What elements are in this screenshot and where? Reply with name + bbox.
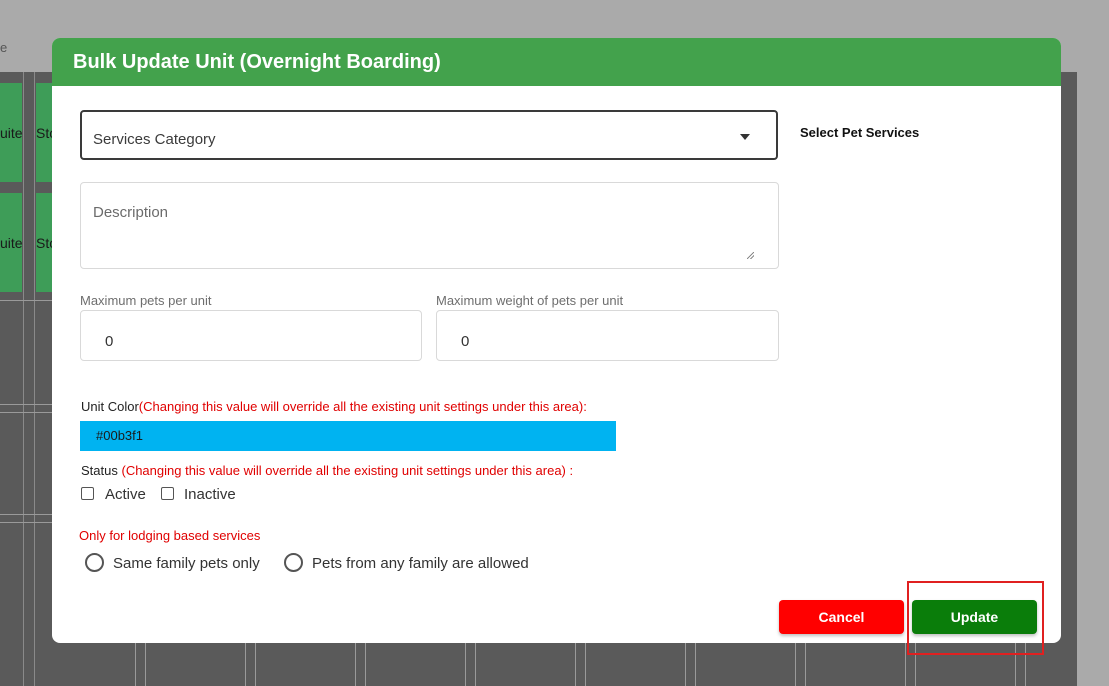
services-category-select[interactable]: Services Category <box>80 110 778 160</box>
same-family-label: Same family pets only <box>113 555 260 572</box>
resize-handle-icon[interactable] <box>747 252 754 259</box>
active-label: Active <box>105 486 146 503</box>
background-grid-line <box>23 72 24 686</box>
background-grid-line <box>585 640 586 686</box>
background-unit-tile: uite <box>0 193 22 292</box>
background-top-text: e <box>0 40 8 55</box>
background-grid-line <box>145 640 146 686</box>
description-textarea[interactable]: Description <box>80 182 779 269</box>
background-grid-line <box>355 640 356 686</box>
unit-color-label-text: Unit Color <box>81 399 139 414</box>
select-pet-services-label: Select Pet Services <box>800 125 920 140</box>
max-pets-label: Maximum pets per unit <box>80 293 212 308</box>
any-family-radio[interactable] <box>284 553 303 572</box>
background-grid-line <box>0 300 52 301</box>
background-grid-line <box>34 72 35 686</box>
background-grid-line <box>0 522 52 523</box>
unit-color-picker[interactable]: #00b3f1 <box>80 421 616 451</box>
background-grid-line <box>465 640 466 686</box>
status-label-text: Status <box>81 463 118 478</box>
any-family-label: Pets from any family are allowed <box>312 555 529 572</box>
background-unit-tile: Sto <box>36 83 52 182</box>
background-unit-tile-label: uite <box>0 124 22 141</box>
background-grid-line <box>805 640 806 686</box>
cancel-button[interactable]: Cancel <box>779 600 904 634</box>
background-right-strip <box>1077 72 1109 686</box>
bulk-update-unit-dialog: Bulk Update Unit (Overnight Boarding) Se… <box>52 38 1061 643</box>
background-grid-line <box>0 514 52 515</box>
dialog-title: Bulk Update Unit (Overnight Boarding) <box>52 38 1061 86</box>
max-pets-input[interactable]: 0 <box>80 310 422 361</box>
background-unit-tile: uite <box>0 83 22 182</box>
background-grid-line <box>475 640 476 686</box>
inactive-label: Inactive <box>184 486 236 503</box>
status-warning: (Changing this value will override all t… <box>121 463 574 478</box>
background-grid-line <box>685 640 686 686</box>
caret-down-icon <box>740 134 750 140</box>
background-grid-line <box>695 640 696 686</box>
status-label: Status (Changing this value will overrid… <box>81 463 573 478</box>
background-grid-line <box>0 412 52 413</box>
lodging-note: Only for lodging based services <box>79 528 261 543</box>
background-unit-tile-label: Sto <box>36 124 52 141</box>
background-grid-line <box>0 404 52 405</box>
background-grid-line <box>905 640 906 686</box>
background-grid-line <box>255 640 256 686</box>
unit-color-warning: (Changing this value will override all t… <box>138 399 587 414</box>
max-weight-value: 0 <box>461 333 470 350</box>
active-checkbox[interactable] <box>81 487 94 500</box>
inactive-checkbox[interactable] <box>161 487 174 500</box>
max-weight-label: Maximum weight of pets per unit <box>436 293 624 308</box>
description-placeholder: Description <box>93 204 169 221</box>
unit-color-label: Unit Color(Changing this value will over… <box>81 399 587 414</box>
max-pets-value: 0 <box>105 333 114 350</box>
same-family-radio[interactable] <box>85 553 104 572</box>
max-weight-input[interactable]: 0 <box>436 310 779 361</box>
background-grid-line <box>795 640 796 686</box>
background-grid-line <box>135 640 136 686</box>
services-category-label: Services Category <box>93 131 216 148</box>
background-grid-line <box>575 640 576 686</box>
update-button-highlight <box>907 581 1044 655</box>
background-grid-line <box>245 640 246 686</box>
background-unit-tile-label: Sto <box>36 234 52 251</box>
background-unit-tile: Sto <box>36 193 52 292</box>
background-grid-line <box>365 640 366 686</box>
background-unit-tile-label: uite <box>0 234 22 251</box>
